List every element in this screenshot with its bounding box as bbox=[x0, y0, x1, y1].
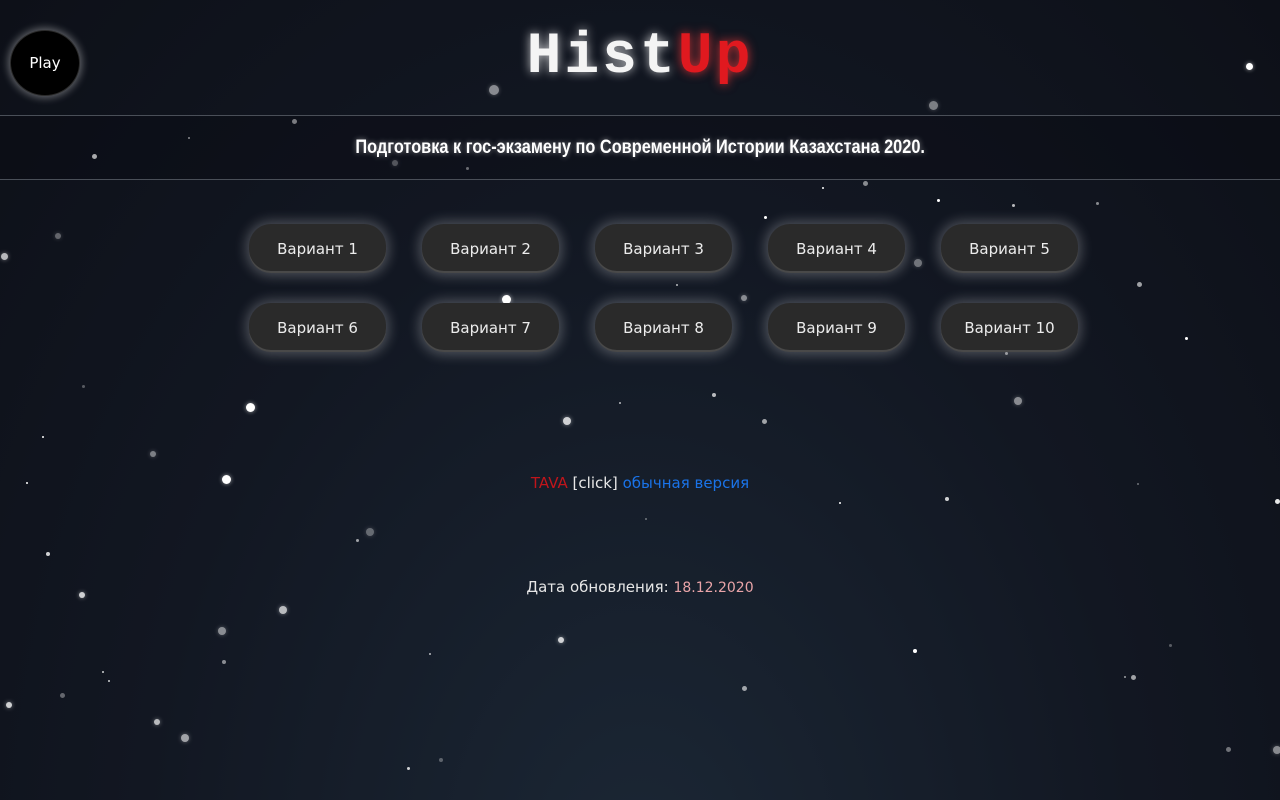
star-30 bbox=[563, 417, 571, 425]
star-43 bbox=[46, 552, 50, 556]
variant-2-button[interactable]: Вариант 2 bbox=[422, 224, 559, 273]
star-45 bbox=[279, 606, 287, 614]
star-50 bbox=[222, 660, 226, 664]
star-54 bbox=[1124, 676, 1126, 678]
star-3 bbox=[928, 100, 938, 110]
star-58 bbox=[154, 719, 160, 725]
star-57 bbox=[6, 702, 12, 708]
star-11 bbox=[936, 198, 940, 202]
header-banner: Подготовка к гос-экзамену по Современной… bbox=[0, 115, 1280, 180]
variant-8-button[interactable]: Вариант 8 bbox=[595, 303, 732, 352]
variant-7-button[interactable]: Вариант 7 bbox=[422, 303, 559, 352]
star-41 bbox=[366, 528, 374, 536]
star-10 bbox=[862, 180, 868, 186]
star-49 bbox=[429, 653, 431, 655]
star-63 bbox=[406, 766, 410, 770]
play-button[interactable]: Play bbox=[10, 30, 80, 96]
variant-9-button[interactable]: Вариант 9 bbox=[768, 303, 905, 352]
star-64 bbox=[1168, 643, 1172, 647]
star-59 bbox=[181, 734, 189, 742]
star-65 bbox=[81, 384, 85, 388]
star-46 bbox=[218, 627, 226, 635]
star-33 bbox=[150, 451, 156, 457]
star-48 bbox=[913, 649, 917, 653]
star-39 bbox=[1274, 498, 1280, 504]
star-36 bbox=[945, 497, 949, 501]
star-55 bbox=[741, 685, 747, 691]
variant-1-button[interactable]: Вариант 1 bbox=[249, 224, 386, 273]
star-60 bbox=[1273, 746, 1280, 754]
star-16 bbox=[0, 252, 8, 260]
star-51 bbox=[102, 671, 104, 673]
star-28 bbox=[245, 402, 255, 412]
banner-title: Подготовка к гос-экзамену по Современной… bbox=[355, 136, 925, 158]
logo-hist: Hist bbox=[526, 25, 678, 90]
star-26 bbox=[712, 393, 716, 397]
star-40 bbox=[645, 518, 647, 520]
star-47 bbox=[558, 637, 564, 643]
star-29 bbox=[1014, 397, 1022, 405]
star-24 bbox=[1184, 336, 1188, 340]
star-37 bbox=[839, 502, 841, 504]
site-logo: HistUp bbox=[0, 26, 1280, 90]
star-14 bbox=[763, 215, 767, 219]
star-42 bbox=[355, 538, 359, 542]
star-9 bbox=[822, 187, 824, 189]
star-18 bbox=[1136, 281, 1142, 287]
update-date: 18.12.2020 bbox=[673, 580, 754, 596]
links-row: TAVA [click] обычная версия bbox=[0, 474, 1280, 492]
update-info: Дата обновления: 18.12.2020 bbox=[0, 578, 1280, 596]
variant-5-button[interactable]: Вариант 5 bbox=[941, 224, 1078, 273]
star-62 bbox=[439, 758, 443, 762]
star-56 bbox=[59, 692, 65, 698]
star-27 bbox=[619, 402, 621, 404]
variant-6-button[interactable]: Вариант 6 bbox=[249, 303, 386, 352]
variant-10-button[interactable]: Вариант 10 bbox=[941, 303, 1078, 352]
star-15 bbox=[55, 233, 61, 239]
update-label: Дата обновления: bbox=[526, 578, 669, 596]
variant-4-button[interactable]: Вариант 4 bbox=[768, 224, 905, 273]
star-31 bbox=[761, 418, 767, 424]
star-53 bbox=[1130, 674, 1136, 680]
star-13 bbox=[1095, 201, 1099, 205]
variant-3-button[interactable]: Вариант 3 bbox=[595, 224, 732, 273]
click-link[interactable]: [click] bbox=[573, 474, 618, 492]
tava-link[interactable]: TAVA bbox=[531, 474, 568, 492]
logo-up: Up bbox=[677, 25, 754, 90]
variants-grid: Вариант 1 Вариант 2 Вариант 3 Вариант 4 … bbox=[249, 224, 1079, 352]
star-52 bbox=[108, 680, 110, 682]
normal-version-link[interactable]: обычная версия bbox=[623, 474, 750, 492]
star-61 bbox=[1225, 746, 1231, 752]
star-12 bbox=[1011, 203, 1015, 207]
star-32 bbox=[42, 436, 44, 438]
